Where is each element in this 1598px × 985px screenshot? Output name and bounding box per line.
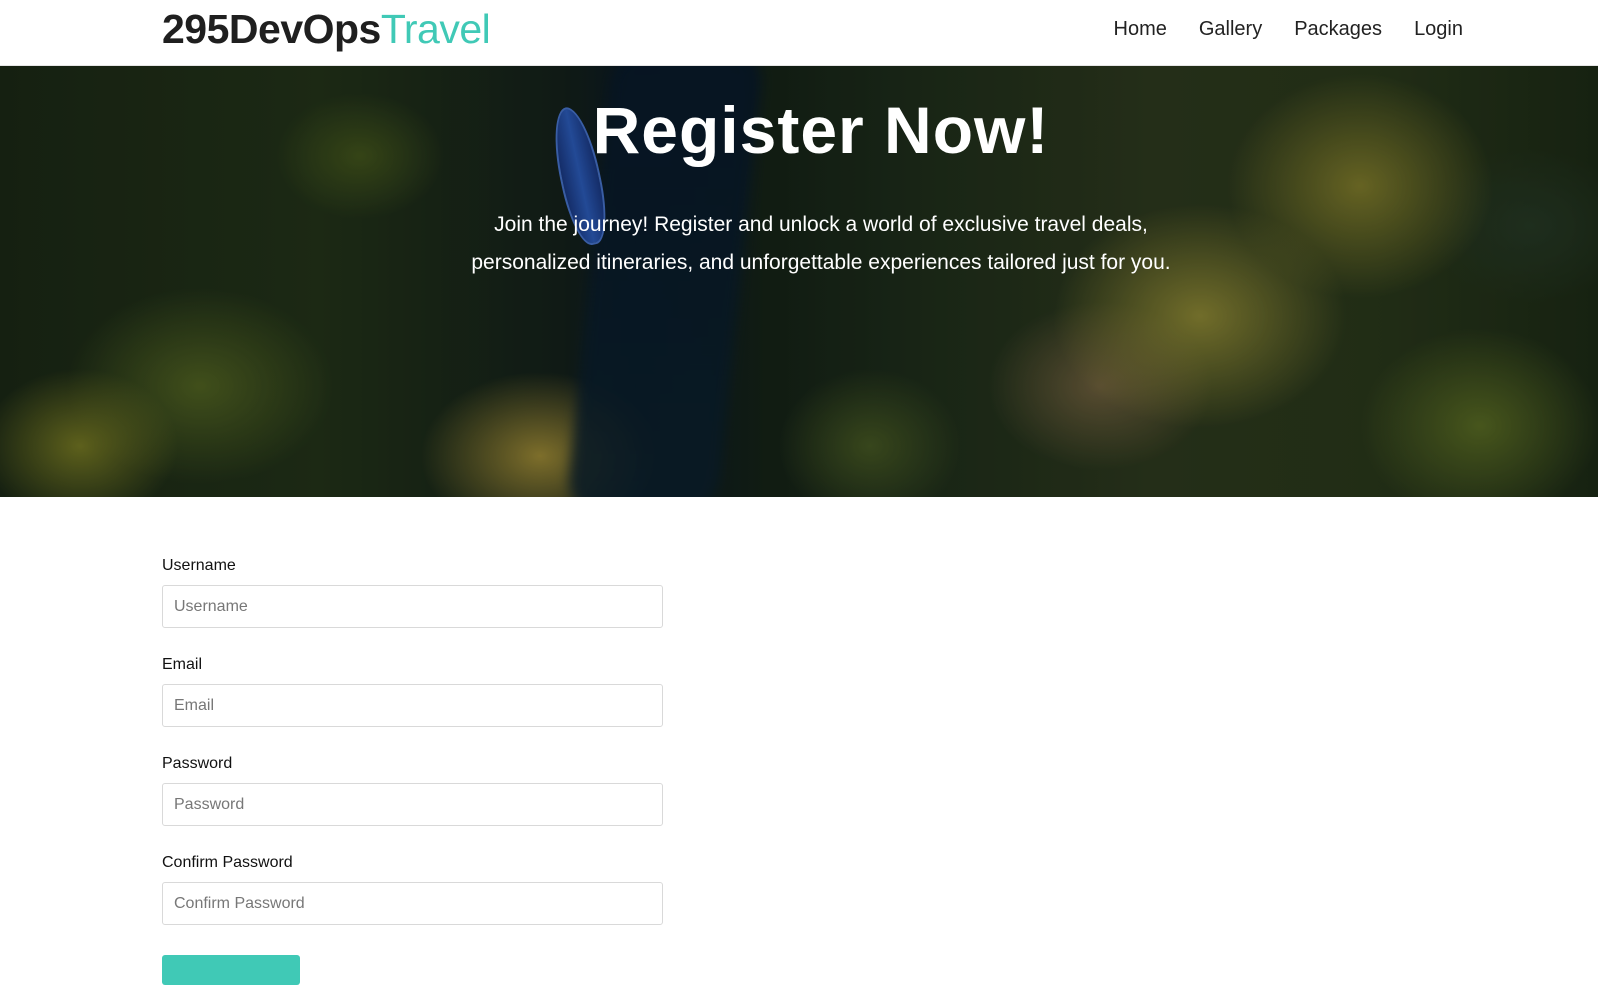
password-label: Password: [162, 755, 233, 772]
nav-gallery-link[interactable]: Gallery: [1199, 18, 1262, 41]
password-input[interactable]: [162, 783, 663, 826]
password-field-group: Password: [162, 753, 664, 852]
confirm-password-label: Confirm Password: [162, 854, 293, 871]
brand-name-bold: 295DevOps: [162, 6, 381, 52]
hero-title: Register Now!: [592, 93, 1050, 167]
hero-banner: Register Now! Join the journey! Register…: [0, 66, 1598, 497]
site-header: 295DevOpsTravel Home Gallery Packages Lo…: [0, 0, 1598, 66]
brand-logo[interactable]: 295DevOpsTravel: [162, 4, 491, 54]
nav-home-link[interactable]: Home: [1114, 18, 1167, 41]
email-field-group: Email: [162, 654, 664, 753]
username-label: Username: [162, 557, 236, 574]
nav-packages-link[interactable]: Packages: [1294, 18, 1382, 41]
username-field-group: Username: [162, 555, 664, 654]
nav-login-link[interactable]: Login: [1414, 18, 1463, 41]
username-input[interactable]: [162, 585, 663, 628]
main-nav: Home Gallery Packages Login: [1114, 0, 1464, 58]
hero-description: Join the journey! Register and unlock a …: [471, 213, 1171, 274]
register-submit-button[interactable]: [162, 955, 300, 985]
email-input[interactable]: [162, 684, 663, 727]
email-label: Email: [162, 656, 203, 673]
brand-name-accent: Travel: [380, 6, 491, 52]
confirm-password-input[interactable]: [162, 882, 663, 925]
confirm-password-field-group: Confirm Password: [162, 852, 664, 951]
register-form: Username Email Password Confirm Password: [162, 555, 664, 951]
